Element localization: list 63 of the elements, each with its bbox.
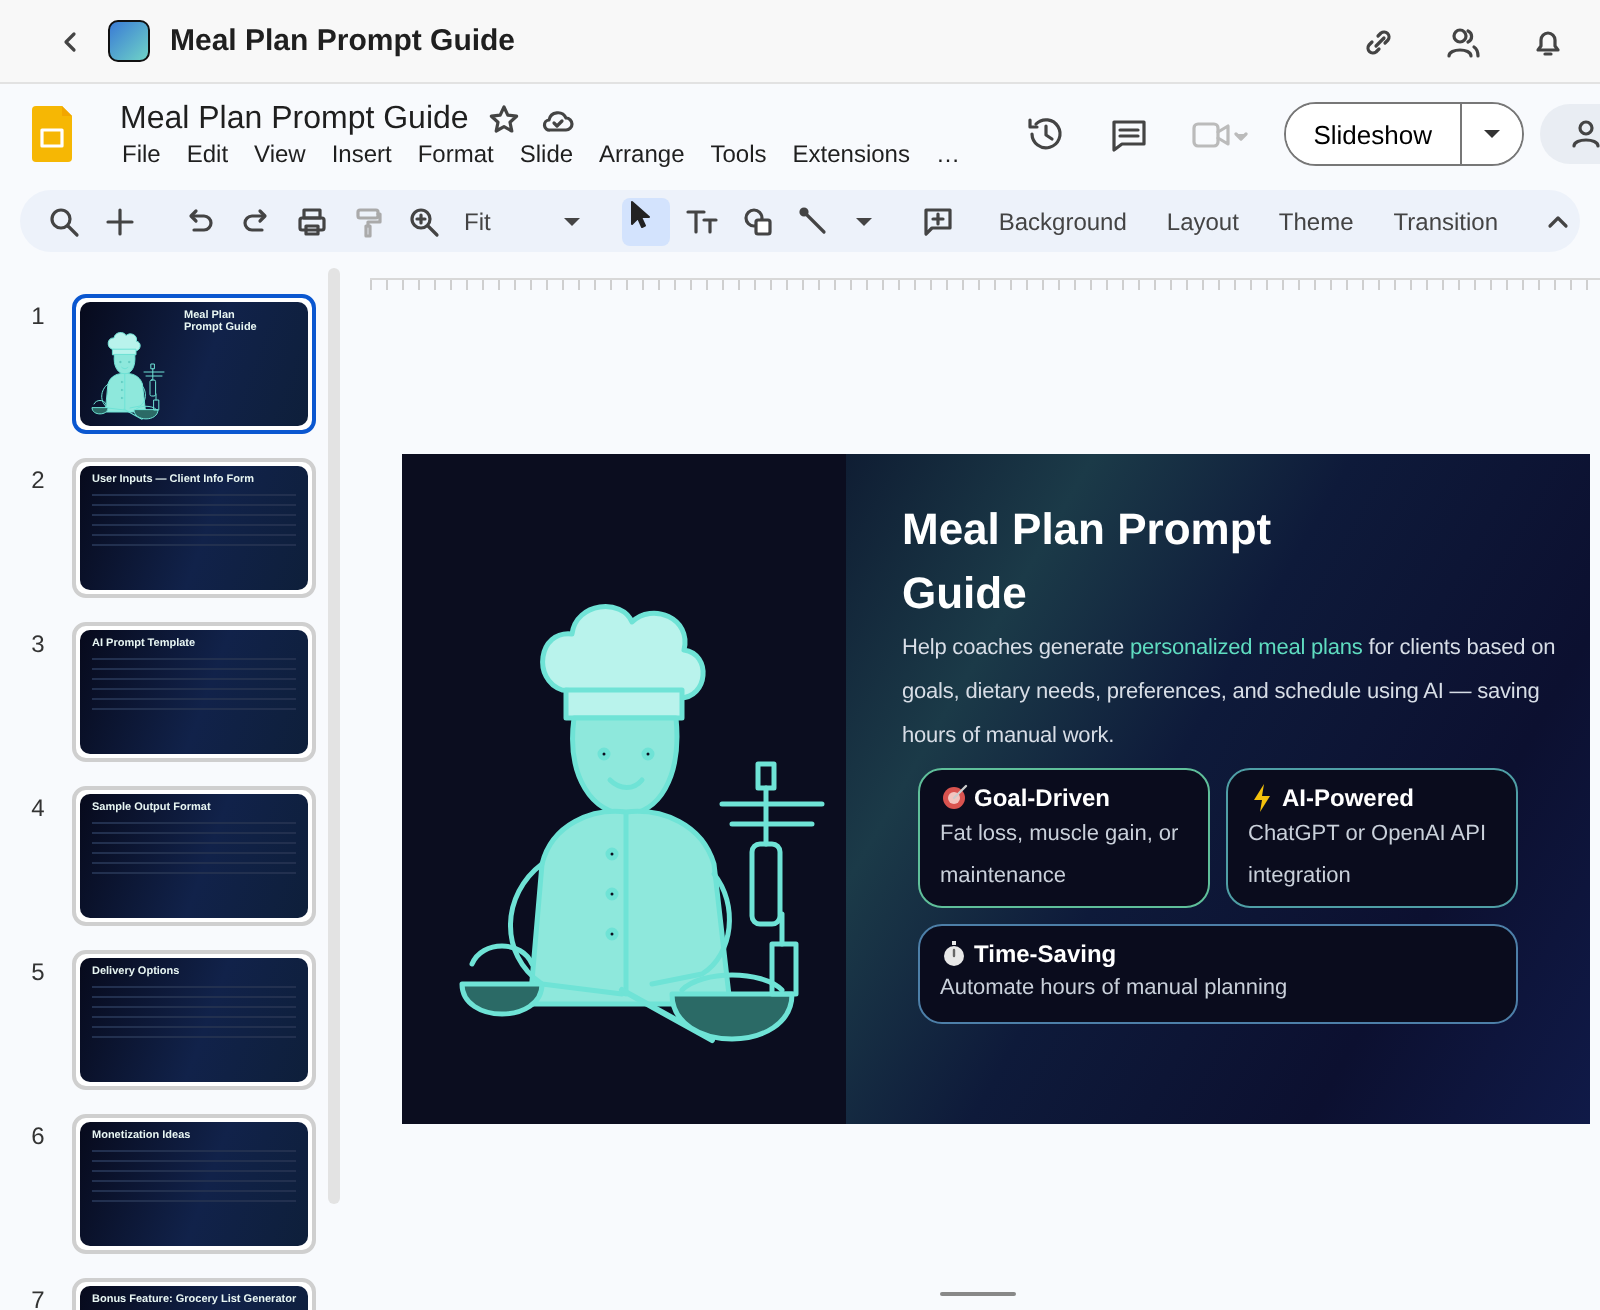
- lightning-icon: [1248, 782, 1276, 814]
- menu-item[interactable]: Tools: [710, 139, 767, 167]
- text-box-icon[interactable]: [686, 205, 719, 237]
- comment-icon[interactable]: [1109, 115, 1148, 153]
- caret-icon: [1482, 128, 1502, 140]
- menu-item[interactable]: File: [122, 139, 161, 167]
- history-icon[interactable]: [1025, 114, 1066, 154]
- card-title: Time-Saving: [974, 940, 1117, 968]
- slide-description: Help coaches generate personalized meal plans for clients based on goals, dietary needs, preferences, and schedule using AI — saving hours of manual work.: [902, 634, 1558, 752]
- slide-number: 1: [29, 300, 47, 330]
- person-icon: [1572, 118, 1600, 150]
- zoom-value: Fit: [464, 207, 491, 235]
- zoom-icon[interactable]: [408, 205, 440, 237]
- toolbar-button[interactable]: Transition: [1389, 207, 1503, 235]
- menu-item[interactable]: View: [254, 139, 306, 167]
- plus-icon[interactable]: [104, 205, 136, 237]
- card-title: AI-Powered: [1282, 784, 1415, 812]
- slide-number: 6: [29, 1120, 47, 1150]
- toolbar-button[interactable]: Layout: [1162, 207, 1243, 235]
- star-icon[interactable]: [488, 103, 521, 135]
- stopwatch-icon: [940, 938, 968, 970]
- card-text: Fat loss, muscle gain, or maintenance: [940, 820, 1181, 892]
- search-icon[interactable]: [48, 205, 80, 237]
- scrollbar[interactable]: [328, 268, 340, 1204]
- shapes-icon[interactable]: [742, 205, 775, 237]
- menu-item[interactable]: Edit: [186, 139, 229, 167]
- menu-item[interactable]: Format: [417, 139, 494, 167]
- slide-number: 4: [29, 792, 47, 822]
- zoom-dropdown[interactable]: Fit: [464, 207, 583, 235]
- caret-icon: [562, 215, 583, 227]
- redo-icon[interactable]: [240, 205, 272, 237]
- people-icon[interactable]: [1446, 25, 1480, 57]
- toolbar-button[interactable]: Theme: [1274, 207, 1358, 235]
- add-comment-icon[interactable]: [922, 205, 955, 237]
- app-icon: [108, 20, 150, 62]
- menu-item[interactable]: Arrange: [599, 139, 685, 167]
- undo-icon[interactable]: [184, 205, 216, 237]
- target-icon: [940, 782, 968, 814]
- card-title: Goal-Driven: [974, 784, 1111, 812]
- slide-number: 7: [29, 1284, 47, 1310]
- link-icon[interactable]: [1362, 25, 1394, 57]
- slide-number: 2: [29, 464, 47, 494]
- menu-item[interactable]: Extensions: [792, 139, 910, 167]
- printer-icon[interactable]: [296, 205, 328, 237]
- caret-icon[interactable]: [854, 215, 875, 227]
- line-icon[interactable]: [798, 205, 831, 237]
- slide-number: 5: [29, 956, 47, 986]
- card-text: ChatGPT or OpenAI API integration: [1248, 820, 1489, 892]
- document-title[interactable]: Meal Plan Prompt Guide: [120, 101, 469, 137]
- menu-item[interactable]: Slide: [519, 139, 574, 167]
- slideshow-button[interactable]: Slideshow: [1285, 104, 1462, 164]
- bell-icon[interactable]: [1532, 25, 1564, 57]
- menu-item[interactable]: Insert: [331, 139, 392, 167]
- pointer-icon[interactable]: [622, 197, 671, 245]
- menu-item[interactable]: …: [935, 139, 960, 167]
- scrollbar[interactable]: [940, 1292, 1016, 1296]
- account-button[interactable]: [1540, 104, 1600, 164]
- app-title: Meal Plan Prompt Guide: [170, 24, 516, 58]
- slide-number: 3: [29, 628, 47, 658]
- toolbar-button[interactable]: Background: [994, 207, 1131, 235]
- slideshow-dropdown-button[interactable]: [1462, 104, 1522, 164]
- slide-title: Meal Plan Prompt Guide: [902, 502, 1274, 622]
- card-text: Automate hours of manual planning: [940, 974, 1290, 1004]
